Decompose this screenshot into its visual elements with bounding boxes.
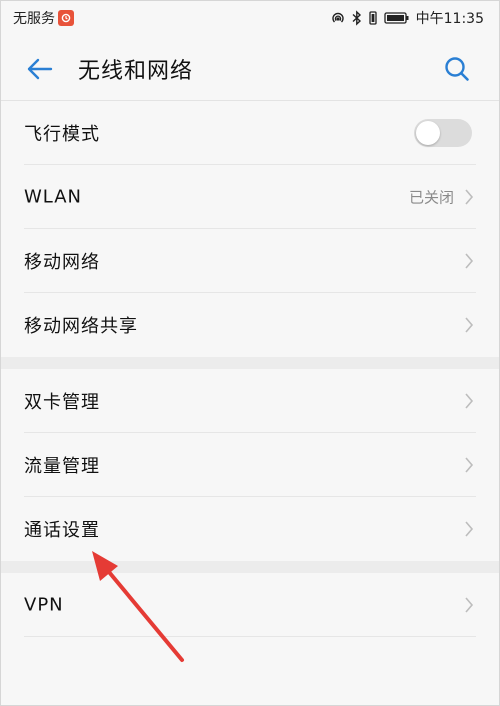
settings-row-airplane-mode[interactable]: 飞行模式 — [0, 101, 500, 165]
battery-icon — [383, 11, 410, 25]
settings-row-dual-sim[interactable]: 双卡管理 — [0, 369, 500, 433]
row-label: 飞行模式 — [24, 124, 100, 145]
row-label: VPN — [24, 594, 64, 616]
group-separator — [0, 561, 500, 573]
row-label: 通话设置 — [24, 520, 100, 541]
clock: 中午11:35 — [415, 11, 484, 27]
airplane-mode-toggle[interactable] — [414, 119, 472, 147]
search-icon — [445, 57, 469, 81]
settings-row-wlan[interactable]: WLAN 已关闭 — [0, 165, 500, 229]
chevron-right-icon — [465, 393, 474, 409]
system-status: 中午11:35 — [330, 8, 484, 28]
vibrate-icon — [368, 10, 378, 26]
app-header: 无线和网络 — [0, 36, 500, 100]
chevron-right-icon — [465, 253, 474, 269]
carrier-label: 无服务 — [13, 11, 55, 27]
status-bar: 无服务 中午11:35 — [0, 0, 500, 36]
chevron-right-icon — [465, 597, 474, 613]
toggle-knob — [416, 121, 440, 145]
back-arrow-icon — [27, 58, 53, 80]
carrier-status: 无服务 — [13, 8, 74, 28]
row-label: WLAN — [24, 186, 83, 208]
chevron-right-icon — [465, 317, 474, 333]
row-label: 移动网络共享 — [24, 316, 138, 337]
settings-row-mobile-network[interactable]: 移动网络 — [0, 229, 500, 293]
group-separator — [0, 357, 500, 369]
row-divider — [24, 636, 476, 637]
page-title: 无线和网络 — [78, 59, 194, 84]
chevron-right-icon — [465, 189, 474, 205]
chevron-right-icon — [465, 521, 474, 537]
wlan-status: 已关闭 — [408, 188, 454, 207]
chevron-right-icon — [465, 457, 474, 473]
row-label: 流量管理 — [24, 456, 100, 477]
settings-row-vpn[interactable]: VPN — [0, 573, 500, 637]
bluetooth-icon — [352, 10, 362, 26]
notification-app-icon — [58, 10, 74, 26]
back-button[interactable] — [22, 52, 56, 86]
row-label: 移动网络 — [24, 252, 100, 273]
search-button[interactable] — [440, 52, 474, 86]
settings-row-data-usage[interactable]: 流量管理 — [0, 433, 500, 497]
hotspot-icon — [330, 10, 346, 26]
settings-row-tethering[interactable]: 移动网络共享 — [0, 293, 500, 357]
settings-row-call-settings[interactable]: 通话设置 — [0, 497, 500, 561]
row-label: 双卡管理 — [24, 392, 100, 413]
